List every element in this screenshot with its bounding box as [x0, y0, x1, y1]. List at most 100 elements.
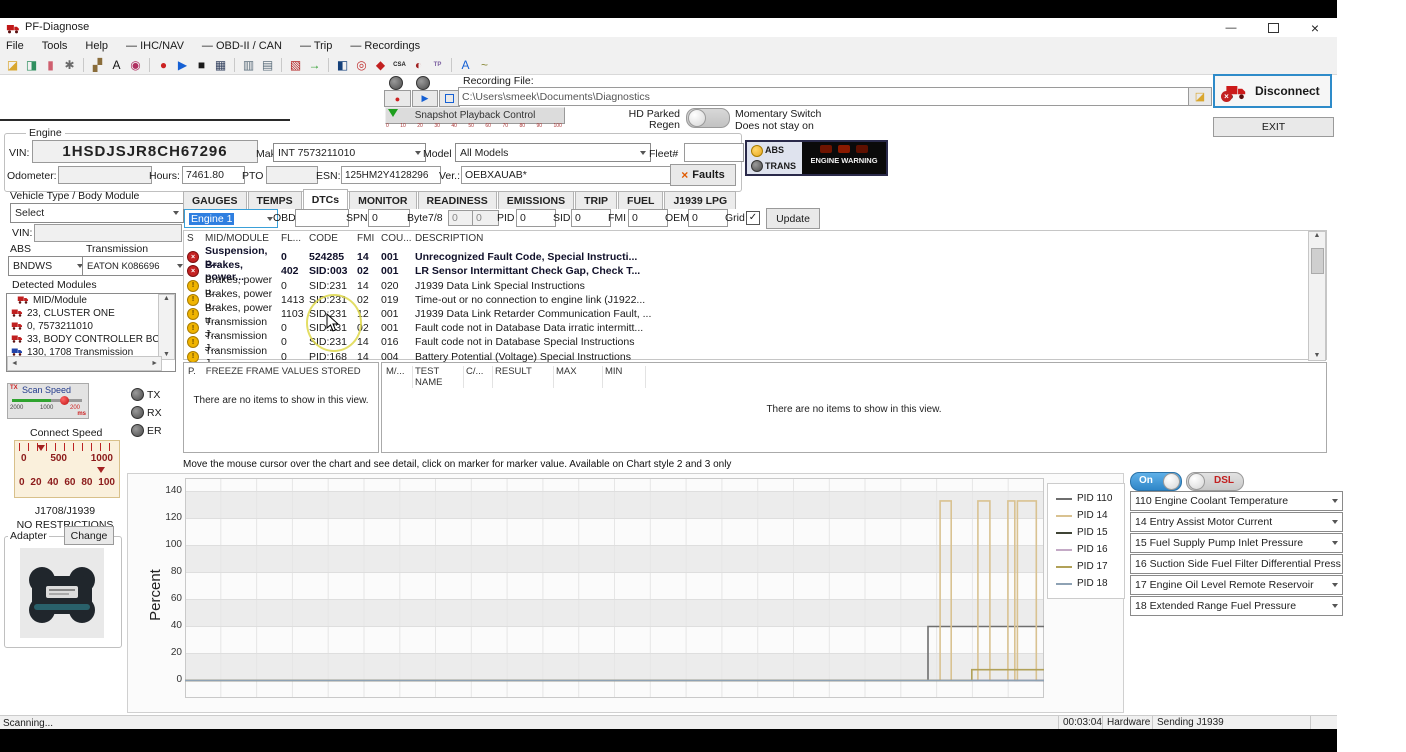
record-button[interactable]: ● — [384, 90, 411, 107]
abs-select[interactable]: BNDWS — [8, 256, 88, 276]
csa-icon[interactable]: CSA — [391, 57, 408, 73]
model-select[interactable]: All Models — [455, 143, 651, 162]
hd-parked-regen-toggle[interactable] — [686, 108, 730, 128]
menu-item-obd-ii-can[interactable]: — OBD-II / CAN — [202, 40, 282, 52]
disconnect-button[interactable]: × Disconnect — [1213, 74, 1332, 108]
exit-button[interactable]: EXIT — [1213, 117, 1334, 137]
snapshot-marker-icon[interactable] — [388, 109, 398, 117]
globe-icon[interactable]: ◎ — [353, 57, 370, 73]
dtc-cell-fl: 0 — [281, 336, 309, 348]
recording-file-input[interactable]: C:\Users\smeek\Documents\Diagnostics — [458, 87, 1194, 106]
fleet-input[interactable] — [684, 143, 744, 162]
eraser-icon[interactable]: ▮ — [42, 57, 59, 73]
menu-item-help[interactable]: Help — [85, 40, 108, 52]
tab-dtcs[interactable]: DTCs — [303, 189, 348, 209]
module-item[interactable]: 33, BODY CONTROLLER BCM — [7, 333, 159, 346]
browse-folder-button[interactable]: ◪ — [1188, 87, 1212, 106]
tab-temps[interactable]: TEMPS — [248, 191, 302, 209]
stop-button[interactable] — [439, 90, 460, 107]
grid-checkbox[interactable]: ✓ — [746, 211, 760, 225]
faults-button[interactable]: × Faults — [670, 164, 736, 186]
tape2-icon[interactable]: ▤ — [259, 57, 276, 73]
dsl-toggle[interactable]: DSL — [1186, 472, 1244, 491]
vin-field[interactable]: 1HSDJSJR8CH67296 — [32, 140, 258, 163]
change-adapter-button[interactable]: Change — [64, 526, 114, 545]
pid-selector-110[interactable]: 110 Engine Coolant Temperature — [1130, 491, 1343, 511]
status-time: 00:03:04 — [1058, 716, 1107, 729]
folder-open-icon[interactable]: ◪ — [4, 57, 21, 73]
make-select[interactable]: INT 7573211010 — [273, 143, 426, 162]
dtc-icon[interactable]: ◐ — [410, 57, 427, 73]
tab-emissions[interactable]: EMISSIONS — [498, 191, 574, 209]
tab-gauges[interactable]: GAUGES — [183, 191, 247, 209]
dtc-cell-fmi: 14 — [357, 336, 381, 348]
oem-input[interactable]: 0 — [688, 209, 728, 227]
fleet-label: Fleet# — [649, 148, 678, 160]
play-button[interactable]: ▶ — [412, 90, 438, 107]
font-icon[interactable]: A — [108, 57, 125, 73]
tests-empty-message: There are no items to show in this view. — [382, 404, 1326, 415]
connect-icon[interactable]: ◨ — [23, 57, 40, 73]
ruler-tick: 40 — [451, 123, 457, 130]
snapshot-playback-control[interactable]: Snapshot Playback Control — [385, 107, 565, 124]
toolbar-separator — [83, 58, 84, 72]
tab-fuel[interactable]: FUEL — [618, 191, 663, 209]
stop-icon[interactable]: ■ — [193, 57, 210, 73]
pid-input[interactable]: 0 — [516, 209, 556, 227]
pid-selector-15[interactable]: 15 Fuel Supply Pump Inlet Pressure — [1130, 533, 1343, 553]
tab-trip[interactable]: TRIP — [575, 191, 617, 209]
tests-col-header: TEST NAME — [413, 366, 464, 388]
obd-input[interactable] — [295, 209, 349, 227]
fmi-input[interactable]: 0 — [628, 209, 668, 227]
tab-readiness[interactable]: READINESS — [418, 191, 497, 209]
report-icon[interactable]: ▧ — [287, 57, 304, 73]
italic-a-icon[interactable]: A — [457, 57, 474, 73]
tape-icon[interactable]: ▥ — [240, 57, 257, 73]
spn-label: SPN — [346, 212, 368, 224]
calendar-icon[interactable]: ▦ — [212, 57, 229, 73]
legend-line — [1056, 498, 1072, 500]
odometer-input[interactable] — [58, 166, 152, 184]
modules-hscrollbar[interactable]: ◄► — [7, 356, 162, 371]
dtc-vscrollbar[interactable]: ▲▼ — [1308, 231, 1326, 361]
pid-selector-14[interactable]: 14 Entry Assist Motor Current — [1130, 512, 1343, 532]
pid-selector-17[interactable]: 17 Engine Oil Level Remote Reservoir — [1130, 575, 1343, 595]
ver-field[interactable]: OEBXAUAB* — [461, 166, 672, 184]
menu-item-trip[interactable]: — Trip — [300, 40, 332, 52]
esn-field[interactable]: 125HM2Y4128296 — [341, 166, 441, 184]
gear-icon[interactable]: ✱ — [61, 57, 78, 73]
waveform-icon[interactable]: ~ — [476, 57, 493, 73]
module-filter-select[interactable]: Engine 1 — [184, 209, 278, 228]
menu-item-recordings[interactable]: — Recordings — [350, 40, 420, 52]
dtc-row[interactable]: ×Suspension, p...052428514001Unrecognize… — [184, 245, 1326, 259]
module-item[interactable]: 23, CLUSTER ONE — [7, 307, 159, 320]
minimize-button[interactable]: — — [1216, 18, 1246, 37]
stamp-icon[interactable]: ▞ — [89, 57, 106, 73]
module-item[interactable]: 0, 7573211010 — [7, 320, 159, 333]
tab-monitor[interactable]: MONITOR — [349, 191, 416, 209]
truck-icon[interactable]: ◧ — [334, 57, 351, 73]
byte8-input[interactable]: 0 — [472, 210, 499, 226]
pto-input[interactable] — [266, 166, 318, 184]
menu-item-tools[interactable]: Tools — [42, 40, 68, 52]
byte7-input[interactable]: 0 — [448, 210, 475, 226]
dtc-scroll-thumb[interactable] — [1311, 248, 1324, 274]
export-icon[interactable]: → — [306, 57, 323, 73]
module-item[interactable]: MID/Module — [7, 294, 159, 307]
update-button[interactable]: Update — [766, 208, 820, 229]
tp-icon[interactable]: TP — [429, 57, 446, 73]
chart-plot[interactable] — [185, 478, 1044, 698]
tab-j1939-lpg[interactable]: J1939 LPG — [664, 191, 736, 209]
hours-field[interactable]: 7461.80 — [182, 166, 245, 184]
palette-icon[interactable]: ◉ — [127, 57, 144, 73]
on-toggle[interactable]: On — [1130, 472, 1182, 491]
diamond-icon[interactable]: ◆ — [372, 57, 389, 73]
pid-selector-18[interactable]: 18 Extended Range Fuel Pressure — [1130, 596, 1343, 616]
spn-input[interactable]: 0 — [368, 209, 410, 227]
menu-item-file[interactable]: File — [6, 40, 24, 52]
pid-selector-16[interactable]: 16 Suction Side Fuel Filter Differential… — [1130, 554, 1343, 574]
restore-button[interactable] — [1258, 18, 1288, 37]
dtc-cell-fl: 402 — [281, 265, 309, 277]
sid-input[interactable]: 0 — [571, 209, 611, 227]
close-button[interactable]: × — [1300, 18, 1330, 37]
